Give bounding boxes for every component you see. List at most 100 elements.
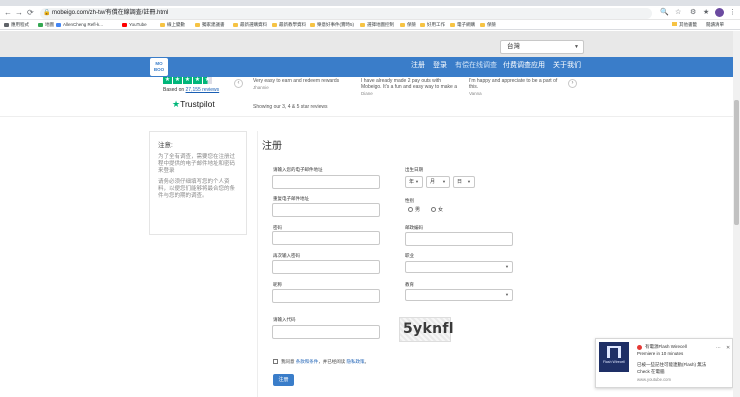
dob-month-select[interactable]: 月 ▼ (426, 176, 450, 188)
chevron-down-icon: ▼ (505, 292, 509, 297)
checkbox-icon (273, 359, 278, 364)
bookmark-folder[interactable]: 電子網購 (450, 21, 475, 29)
language-select[interactable]: 台灣 ▼ (500, 40, 584, 54)
toast-title: 有電源Flash Wirecell (645, 344, 687, 349)
reviews-count: Based on 27,155 reviews (163, 87, 220, 93)
bookmark-folder[interactable]: 保險 (400, 21, 416, 29)
zoom-icon[interactable]: 🔍 (660, 8, 669, 18)
bookmark-folder[interactable]: 最新教學資料 (272, 21, 306, 29)
language-strip (0, 31, 740, 57)
register-submit-button[interactable]: 注册 (273, 374, 294, 386)
captcha-label: 请输入代码 (273, 317, 296, 322)
review-author: Jhannie (253, 85, 269, 90)
nav-survey-app[interactable]: 付费调查应用 (503, 61, 545, 71)
bookmark-apps[interactable]: 應用程式 (4, 21, 29, 29)
reviews-prev-button[interactable]: ‹ (234, 79, 243, 88)
more-icon[interactable]: ⋯ (716, 345, 721, 351)
postcode-field[interactable] (405, 232, 513, 246)
confirm-password-field[interactable] (272, 260, 380, 274)
bookmark-reading-list[interactable]: 閱讀清單 (706, 21, 724, 29)
nav-about[interactable]: 关于我们 (553, 61, 581, 71)
star-icon: ★ (183, 77, 192, 84)
star-half-icon: ★ (203, 77, 212, 84)
reload-button[interactable]: ⟳ (27, 7, 34, 19)
chevron-down-icon: ▼ (467, 179, 471, 184)
star-icon: ★ (163, 77, 172, 84)
chevron-down-icon: ▼ (574, 44, 579, 50)
nav-login[interactable]: 登录 (433, 61, 447, 71)
notice-paragraph: 为了全有调查，需要您在注册过程中提供的电子邮件地址和密码来登录 (158, 154, 236, 174)
gender-male-radio[interactable]: 男 (408, 207, 420, 214)
bookmark-folder[interactable]: 好用工作 (420, 21, 445, 29)
bookmark-folder[interactable]: 最新選購資料 (233, 21, 267, 29)
bookmark-maps[interactable]: 地圖 (38, 21, 54, 29)
extension-icon[interactable]: ⚙ (690, 8, 696, 18)
nav-paid-surveys[interactable]: 有偿在线调查 (455, 61, 497, 71)
gender-label: 性别 (405, 198, 414, 203)
profile-avatar[interactable] (715, 8, 724, 17)
lock-icon: 🔒 (43, 10, 51, 16)
review-text: I have already made 2 pay outs with Mobe… (361, 78, 458, 90)
scrollbar-thumb[interactable] (734, 100, 739, 225)
confirm-email-field[interactable] (272, 203, 380, 217)
bookmark-folder[interactable]: 獨家建議書 (195, 21, 225, 29)
nav-register[interactable]: 注册 (411, 61, 425, 71)
browser-menu-icon[interactable]: ⋮ (729, 8, 736, 18)
url-omnibox[interactable]: 🔒 mobeigo.com/zh-tw/有償在線調査/註冊.html (40, 8, 652, 19)
bookmark-folder[interactable]: 選擇地圖控制 (360, 21, 394, 29)
bookmark-other[interactable]: 其他書籤 (672, 21, 697, 29)
email-field[interactable] (272, 175, 380, 189)
bookmark-folder[interactable]: 保險 (480, 21, 496, 29)
back-button[interactable]: ← (4, 7, 12, 19)
url-text: mobeigo.com/zh-tw/有償在線調査/註冊.html (52, 10, 169, 16)
star-icon: ★ (193, 77, 202, 84)
chevron-down-icon: ▼ (505, 264, 509, 269)
reviews-count-link[interactable]: 27,155 reviews (186, 87, 220, 93)
occupation-select[interactable]: ▼ (405, 261, 513, 273)
review-author: Vanna (469, 91, 482, 96)
dob-day-select[interactable]: 日 ▼ (453, 176, 475, 188)
toast-source: www.youtube.com (637, 377, 671, 382)
toast-line: Check 在電腦 (637, 369, 665, 374)
close-icon[interactable]: ✕ (726, 345, 730, 351)
nickname-field[interactable] (272, 289, 380, 303)
language-select-value: 台灣 (507, 43, 520, 50)
education-label: 教育 (405, 282, 414, 287)
bookmark-youtube[interactable]: YouTube (122, 21, 147, 29)
confirm-email-label: 重复电子邮件地址 (273, 196, 309, 201)
postcode-label: 邮政编码 (405, 225, 423, 230)
captcha-input[interactable] (272, 325, 380, 339)
review-text: I'm happy and appreciate to be a part of… (469, 78, 558, 90)
password-field[interactable] (272, 231, 380, 245)
extensions-puzzle-icon[interactable]: ★ (703, 8, 709, 18)
terms-link[interactable]: 条款和条件 (296, 359, 319, 364)
privacy-link[interactable]: 隐私政策 (347, 359, 365, 364)
nickname-label: 昵称 (273, 282, 282, 287)
occupation-label: 职业 (405, 253, 414, 258)
captcha-image: 5yknfl (399, 317, 454, 342)
confirm-password-label: 再次输入密码 (273, 253, 300, 258)
trustpilot-star-icon: ★ (172, 99, 181, 109)
dob-year-select[interactable]: 年 ▼ (405, 176, 423, 188)
bookmark-folder[interactable]: 線上變數 (160, 21, 185, 29)
reviews-next-button[interactable]: › (568, 79, 577, 88)
chevron-down-icon: ▼ (442, 179, 446, 184)
bookmark-item[interactable]: AllenCheng Refl-k... (56, 21, 103, 29)
notice-paragraph: 请务必须仔细填写您的个人资料，以便您们能够将最合您的条件与您的期的调查。 (158, 179, 236, 199)
review-text: Very easy to earn and redeem rewards (253, 78, 340, 84)
review-author: Diane (361, 91, 373, 96)
wirecell-logo-icon (607, 346, 621, 358)
gender-female-radio[interactable]: 女 (431, 207, 443, 214)
toast-line: Premiere in 10 minutes (637, 351, 684, 356)
notice-title: 注意: (158, 142, 173, 149)
forward-button[interactable]: → (15, 7, 23, 19)
notice-panel: 注意: 为了全有调查，需要您在注册过程中提供的电子邮件地址和密码来登录 请务必须… (149, 131, 247, 235)
reviews-showing-note: Showing our 3, 4 & 5 star reviews (253, 104, 328, 110)
terms-checkbox[interactable]: 我同意 条款和条件，并已经阅读 隐私政策。 (273, 358, 369, 365)
bookmark-folder[interactable]: 樂意好事件(實時5) (310, 21, 354, 29)
dob-label: 出生日期 (405, 167, 423, 172)
bookmark-star-icon[interactable]: ☆ (675, 8, 681, 18)
site-logo[interactable]: MO BOO (150, 58, 168, 76)
trustpilot-brand[interactable]: ★Trustpilot (172, 99, 215, 109)
education-select[interactable]: ▼ (405, 289, 513, 301)
